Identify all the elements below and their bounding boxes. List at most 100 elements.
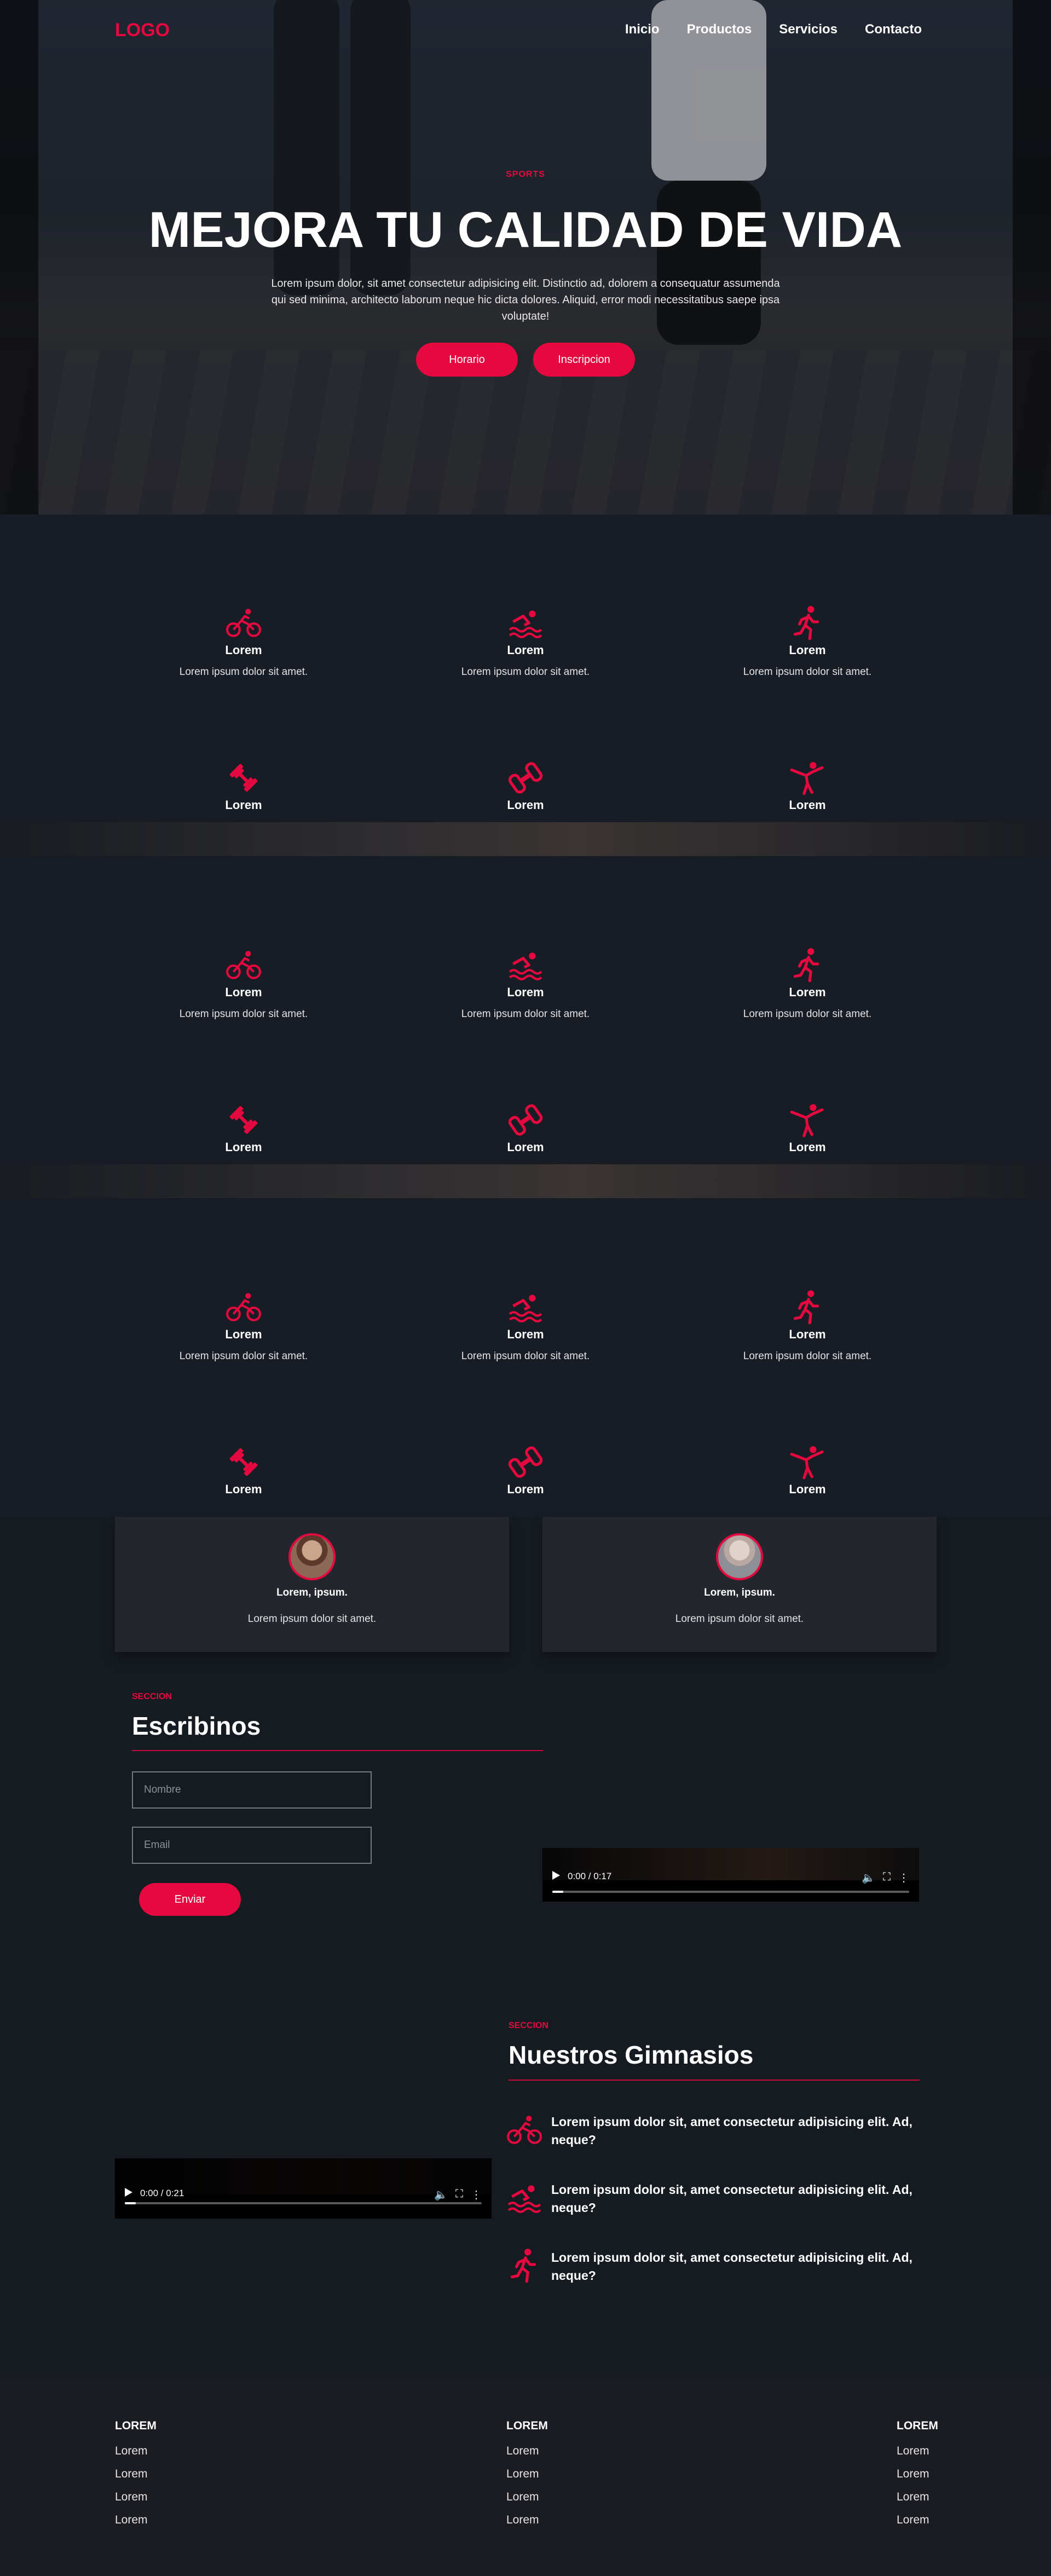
feature-title: Lorem [507,798,544,812]
feature-item: Lorem Lorem ipsum dolor sit amet. [698,947,917,1020]
dumbbell-icon [226,1102,262,1138]
footer-link[interactable]: Lorem [897,2491,938,2504]
weights-icon [507,760,544,796]
volume-icon[interactable]: 🔈 [434,2188,448,2202]
video-progress-bar[interactable] [125,2202,482,2204]
footer-link[interactable]: Lorem [506,2445,548,2458]
dumbbell-icon [226,1444,262,1480]
martial-arts-icon [789,1102,825,1138]
footer-link[interactable]: Lorem [506,2514,548,2527]
gym-item: Lorem ipsum dolor sit, amet consectetur … [506,2248,922,2285]
feature-title: Lorem [507,1482,544,1496]
hero-title: MEJORA TU CALIDAD DE VIDA [148,202,903,258]
inscripcion-button[interactable]: Inscripcion [533,343,635,377]
volume-icon[interactable]: 🔈 [862,1871,875,1885]
footer-link[interactable]: Lorem [897,2445,938,2458]
testimonial-name: Lorem, ipsum. [704,1587,775,1598]
footer-link[interactable]: Lorem [897,2468,938,2481]
nav-item-inicio[interactable]: Inicio [625,22,660,37]
nav-item-productos[interactable]: Productos [687,22,752,37]
video-player[interactable]: 0:00 / 0:21 🔈 ⛶ ⋮ [115,2158,492,2219]
feature-description: Lorem ipsum dolor sit amet. [743,666,872,678]
video-progress-fill [125,2202,136,2204]
testimonial-text: Lorem ipsum dolor sit amet. [675,1613,804,1625]
submit-button[interactable]: Enviar [139,1883,241,1916]
gym-item-text: Lorem ipsum dolor sit, amet consectetur … [551,2182,913,2215]
more-options-icon[interactable]: ⋮ [898,1871,909,1885]
feature-item: Lorem Lorem ipsum dolor sit amet. [698,1289,917,1362]
email-field[interactable] [132,1827,372,1864]
gym-item-text: Lorem ipsum dolor sit, amet consectetur … [551,2250,913,2283]
feature-description: Lorem ipsum dolor sit amet. [179,666,308,678]
more-options-icon[interactable]: ⋮ [471,2188,482,2202]
video-time: 0:00 / 0:17 [568,1871,612,1881]
video-progress-bar[interactable] [552,1891,909,1893]
fullscreen-icon[interactable]: ⛶ [883,1871,891,1884]
avatar [716,1533,763,1580]
footer-link[interactable]: Lorem [115,2445,157,2458]
footer-heading: LOREM [115,2419,157,2432]
feature-title: Lorem [225,798,262,812]
cycling-icon [226,1289,262,1325]
video-player[interactable]: 0:00 / 0:17 🔈 ⛶ ⋮ [542,1848,919,1902]
footer-link[interactable]: Lorem [506,2491,548,2504]
feature-title: Lorem [507,1327,544,1341]
weights-icon [507,1102,544,1138]
nav-item-servicios[interactable]: Servicios [779,22,838,37]
hero-buttons: Horario Inscripcion [0,343,1051,377]
horario-button[interactable]: Horario [416,343,518,377]
weights-icon [507,1444,544,1480]
hero-eyebrow: SPORTS [506,170,545,179]
cycling-icon [506,2112,542,2148]
video-time: 0:00 / 0:21 [140,2188,184,2198]
feature-title: Lorem [789,643,826,657]
feature-title: Lorem [507,643,544,657]
footer-link[interactable]: Lorem [115,2491,157,2504]
running-icon [789,605,825,641]
feature-title: Lorem [225,1482,262,1496]
feature-item: Lorem [134,760,353,812]
martial-arts-icon [789,1444,825,1480]
footer-link[interactable]: Lorem [897,2514,938,2527]
feature-item: Lorem Lorem ipsum dolor sit amet. [698,605,917,678]
nav-item-contacto[interactable]: Contacto [865,22,922,37]
footer-column: LOREM Lorem Lorem Lorem Lorem [506,2419,548,2537]
nav-menu: Inicio Productos Servicios Contacto [625,22,922,37]
feature-title: Lorem [225,1327,262,1341]
feature-title: Lorem [507,985,544,999]
feature-item: Lorem [698,1444,917,1497]
footer: LOREM Lorem Lorem Lorem Lorem LOREM Lore… [0,2375,1051,2576]
gyms-eyebrow: SECCION [509,2021,548,2030]
contact-title: Escribinos [132,1712,261,1740]
feature-description: Lorem ipsum dolor sit amet. [743,1008,872,1020]
testimonial-name: Lorem, ipsum. [276,1587,348,1598]
feature-item: Lorem [416,760,635,812]
play-icon[interactable] [552,1871,560,1880]
feature-title: Lorem [789,798,826,812]
logo[interactable]: LOGO [115,20,170,41]
features-section: Lorem Lorem ipsum dolor sit amet. Lorem … [0,857,1051,1166]
swimming-icon [507,605,544,641]
testimonial-text: Lorem ipsum dolor sit amet. [247,1613,377,1625]
feature-description: Lorem ipsum dolor sit amet. [461,1008,590,1020]
footer-link[interactable]: Lorem [506,2468,548,2481]
fullscreen-icon[interactable]: ⛶ [455,2188,463,2200]
footer-link[interactable]: Lorem [115,2514,157,2527]
feature-item: Lorem Lorem ipsum dolor sit amet. [134,1289,353,1362]
feature-title: Lorem [225,643,262,657]
dumbbell-icon [226,760,262,796]
gym-item-text: Lorem ipsum dolor sit, amet consectetur … [551,2115,913,2147]
video-controls: 0:00 / 0:17 🔈 ⛶ ⋮ [542,1862,919,1902]
footer-column: LOREM Lorem Lorem Lorem Lorem [897,2419,938,2537]
feature-title: Lorem [225,1140,262,1154]
martial-arts-icon [789,760,825,796]
gyms-title: Nuestros Gimnasios [509,2041,754,2069]
play-icon[interactable] [125,2188,132,2197]
name-field[interactable] [132,1771,372,1809]
feature-item: Lorem [416,1444,635,1497]
footer-link[interactable]: Lorem [115,2468,157,2481]
gym-item: Lorem ipsum dolor sit, amet consectetur … [506,2180,922,2217]
title-underline [509,2080,920,2081]
testimonial-card: Lorem, ipsum. Lorem ipsum dolor sit amet… [542,1517,937,1652]
hero-section: LOGO Inicio Productos Servicios Contacto… [0,0,1051,515]
